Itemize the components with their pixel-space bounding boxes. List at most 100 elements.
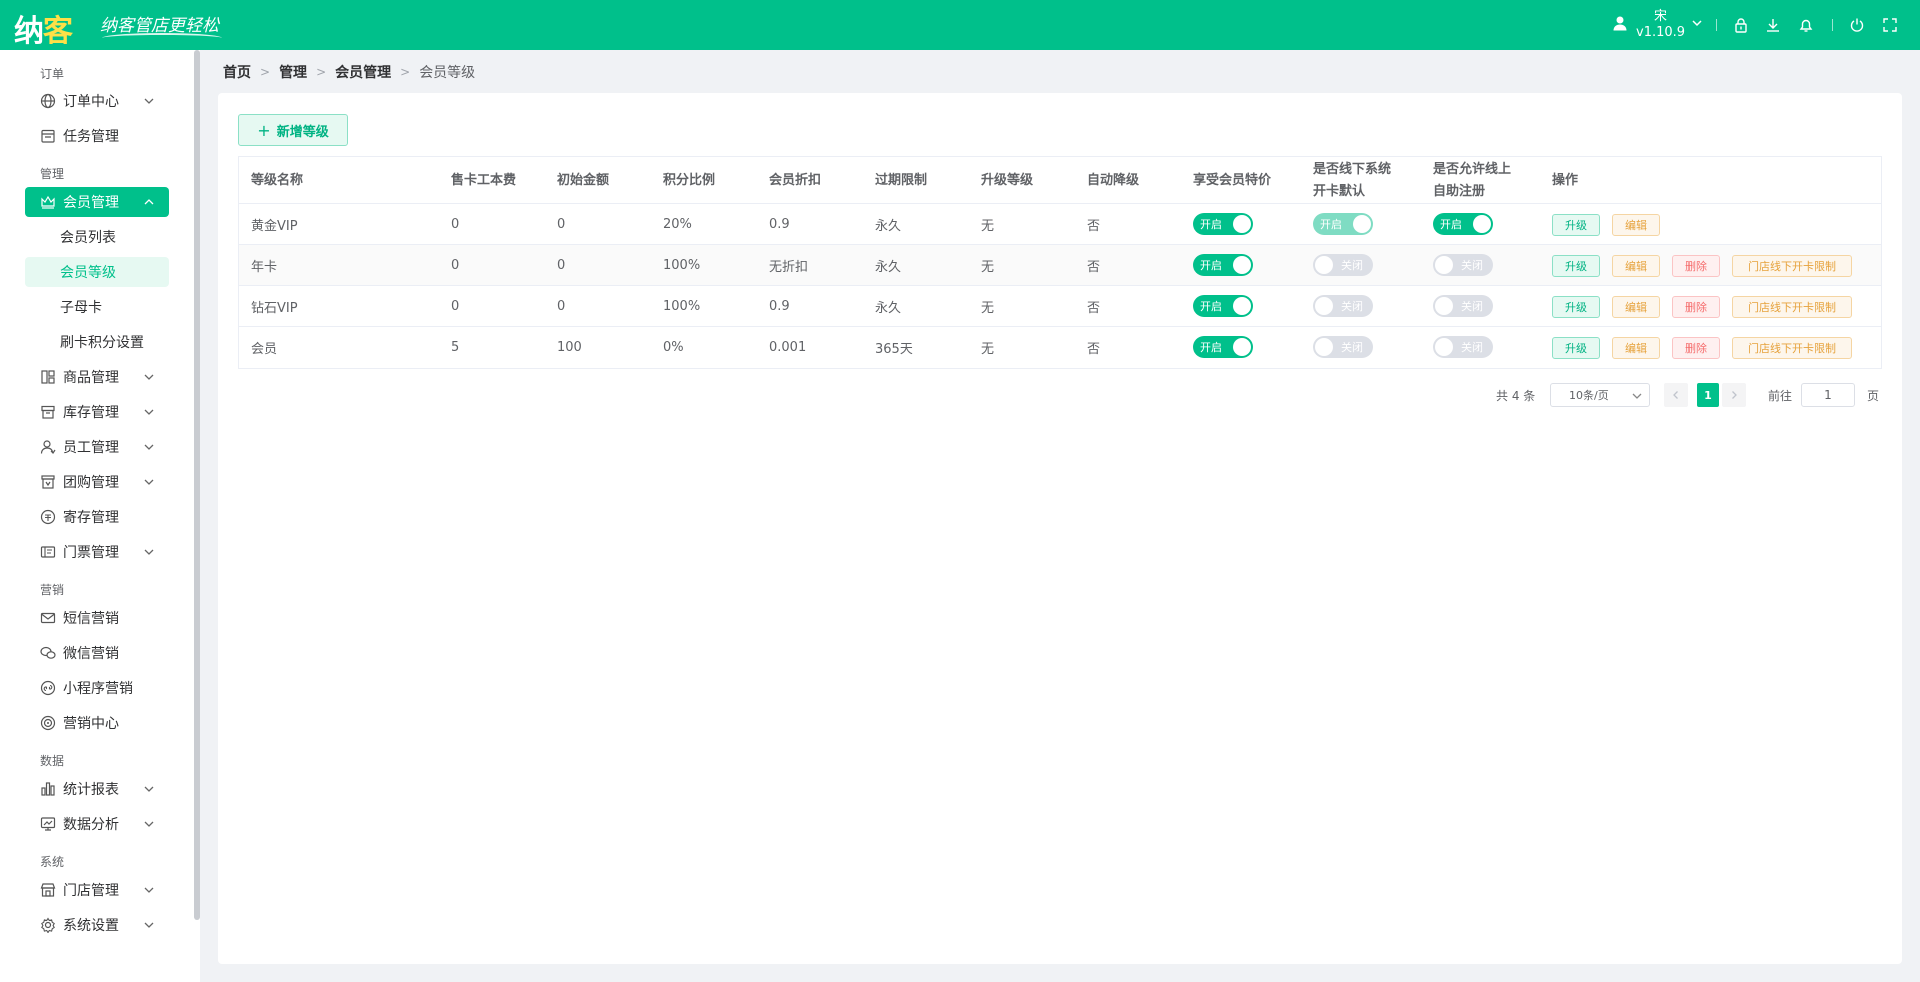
- power-icon[interactable]: [1845, 13, 1869, 37]
- chevron-right-icon: [1732, 391, 1737, 399]
- delete-button[interactable]: 删除: [1672, 337, 1720, 359]
- goto-page-input[interactable]: 1: [1801, 383, 1855, 407]
- col-header-name: 等级名称: [251, 172, 304, 188]
- sidebar-item-task-manage[interactable]: 任务管理: [25, 121, 169, 151]
- store-icon: [39, 881, 57, 899]
- store-offline-limit-button[interactable]: 门店线下开卡限制: [1732, 337, 1852, 359]
- sidebar-item-order-center[interactable]: 订单中心: [25, 86, 169, 116]
- col-header-offline-default: 是否线下系统 开卡默认: [1313, 161, 1392, 199]
- chevron-down-icon: [143, 783, 155, 795]
- app-version: v1.10.9: [1636, 25, 1686, 40]
- sidebar-item-stock-manage[interactable]: 库存管理: [25, 397, 169, 427]
- table-header: 等级名称 售卡工本费 初始金额 积分比例 会员折扣 过期限制 升级等级 自动降级…: [239, 157, 1881, 204]
- prev-page-button[interactable]: [1664, 383, 1688, 407]
- cell-init-amount: 0: [557, 257, 566, 273]
- ticket-icon: [39, 543, 57, 561]
- monitor-chart-icon: [39, 815, 57, 833]
- offline-default-toggle[interactable]: 开启: [1313, 213, 1373, 235]
- wechat-icon: [39, 644, 57, 662]
- edit-button[interactable]: 编辑: [1612, 296, 1660, 318]
- sidebar-subitem-parent-child-card[interactable]: 子母卡: [25, 292, 169, 322]
- sidebar-item-wechat[interactable]: 微信营销: [25, 638, 169, 668]
- upgrade-button[interactable]: 升级: [1552, 255, 1600, 277]
- store-offline-limit-button[interactable]: 门店线下开卡限制: [1732, 255, 1852, 277]
- breadcrumb-member-manage[interactable]: 会员管理: [335, 62, 391, 82]
- col-header-special-price: 享受会员特价: [1193, 172, 1272, 188]
- online-register-toggle[interactable]: 开启: [1433, 213, 1493, 235]
- goto-label: 前往: [1768, 389, 1793, 403]
- store-offline-limit-button[interactable]: 门店线下开卡限制: [1732, 296, 1852, 318]
- sidebar-item-sms[interactable]: 短信营销: [25, 603, 169, 633]
- edit-button[interactable]: 编辑: [1612, 255, 1660, 277]
- target-icon: [39, 714, 57, 732]
- cell-card-fee: 0: [451, 216, 460, 232]
- sidebar-item-stats-report[interactable]: 统计报表: [25, 774, 169, 804]
- offline-default-toggle[interactable]: 关闭: [1313, 336, 1373, 358]
- special-price-toggle[interactable]: 开启: [1193, 254, 1253, 276]
- sidebar-item-deposit[interactable]: 寄存管理: [25, 502, 169, 532]
- cell-discount: 0.001: [769, 339, 807, 355]
- online-register-toggle[interactable]: 关闭: [1433, 336, 1493, 358]
- delete-button[interactable]: 删除: [1672, 296, 1720, 318]
- header-divider: [1832, 19, 1833, 31]
- fullscreen-icon[interactable]: [1878, 13, 1902, 37]
- sidebar-item-goods-manage[interactable]: 商品管理: [25, 362, 169, 392]
- breadcrumb-home[interactable]: 首页: [223, 62, 251, 82]
- online-register-toggle[interactable]: 关闭: [1433, 254, 1493, 276]
- cell-expiry: 永久: [875, 300, 902, 316]
- bell-icon[interactable]: [1794, 13, 1818, 37]
- calendar-icon: [39, 127, 57, 145]
- special-price-toggle[interactable]: 开启: [1193, 336, 1253, 358]
- page-number-current[interactable]: 1: [1697, 383, 1719, 407]
- sidebar-scrollbar[interactable]: [194, 50, 200, 920]
- sidebar-item-system-settings[interactable]: 系统设置: [25, 910, 169, 940]
- sidebar-item-member-manage[interactable]: 会员管理: [25, 187, 169, 217]
- cell-upgrade-level: 无: [981, 218, 995, 234]
- online-register-toggle[interactable]: 关闭: [1433, 295, 1493, 317]
- sidebar-item-staff-manage[interactable]: 员工管理: [25, 432, 169, 462]
- delete-button[interactable]: 删除: [1672, 255, 1720, 277]
- next-page-button[interactable]: [1722, 383, 1746, 407]
- chevron-down-icon: [143, 884, 155, 896]
- sidebar-item-group-buy[interactable]: 团购管理: [25, 467, 169, 497]
- chevron-down-icon: [143, 441, 155, 453]
- cell-name: 年卡: [251, 259, 278, 275]
- upgrade-button[interactable]: 升级: [1552, 214, 1600, 236]
- content-card: + 新增等级 等级名称 售卡工本费 初始金额 积分比例 会员折扣 过期限制 升级…: [218, 93, 1902, 964]
- cell-discount: 无折扣: [769, 259, 809, 275]
- add-level-button[interactable]: + 新增等级: [238, 114, 348, 146]
- special-price-toggle[interactable]: 开启: [1193, 213, 1253, 235]
- offline-default-toggle[interactable]: 关闭: [1313, 295, 1373, 317]
- cell-name: 会员: [251, 341, 278, 357]
- upgrade-button[interactable]: 升级: [1552, 337, 1600, 359]
- sidebar-item-label: 营销中心: [63, 716, 119, 732]
- edit-button[interactable]: 编辑: [1612, 214, 1660, 236]
- upgrade-button[interactable]: 升级: [1552, 296, 1600, 318]
- sidebar-item-mini-program[interactable]: 小程序营销: [25, 673, 169, 703]
- crown-icon: [39, 193, 57, 211]
- group-label-data: 数据: [40, 754, 65, 768]
- sidebar-subitem-member-list[interactable]: 会员列表: [25, 222, 169, 252]
- download-icon[interactable]: [1761, 13, 1785, 37]
- col-header-init-amount: 初始金额: [557, 172, 610, 188]
- breadcrumb-manage[interactable]: 管理: [279, 62, 307, 82]
- sidebar-item-marketing-center[interactable]: 营销中心: [25, 708, 169, 738]
- sidebar-item-ticket[interactable]: 门票管理: [25, 537, 169, 567]
- sidebar-subitem-member-level[interactable]: 会员等级: [25, 257, 169, 287]
- sidebar-item-label: 门票管理: [63, 545, 119, 561]
- special-price-toggle[interactable]: 开启: [1193, 295, 1253, 317]
- user-menu[interactable]: 宋 v1.10.9: [1612, 8, 1703, 42]
- page-size-select[interactable]: 10条/页: [1550, 383, 1650, 407]
- bar-chart-icon: [39, 780, 57, 798]
- cell-points-ratio: 20%: [663, 216, 692, 232]
- chevron-up-icon: [143, 196, 155, 208]
- offline-default-toggle[interactable]: 关闭: [1313, 254, 1373, 276]
- sidebar-item-store-manage[interactable]: 门店管理: [25, 875, 169, 905]
- sidebar-item-label: 任务管理: [63, 129, 119, 145]
- edit-button[interactable]: 编辑: [1612, 337, 1660, 359]
- chevron-down-icon: [143, 818, 155, 830]
- sidebar-subitem-swipe-points[interactable]: 刷卡积分设置: [25, 327, 169, 357]
- cell-points-ratio: 0%: [663, 339, 684, 355]
- sidebar-item-data-analysis[interactable]: 数据分析: [25, 809, 169, 839]
- lock-icon[interactable]: [1729, 13, 1753, 37]
